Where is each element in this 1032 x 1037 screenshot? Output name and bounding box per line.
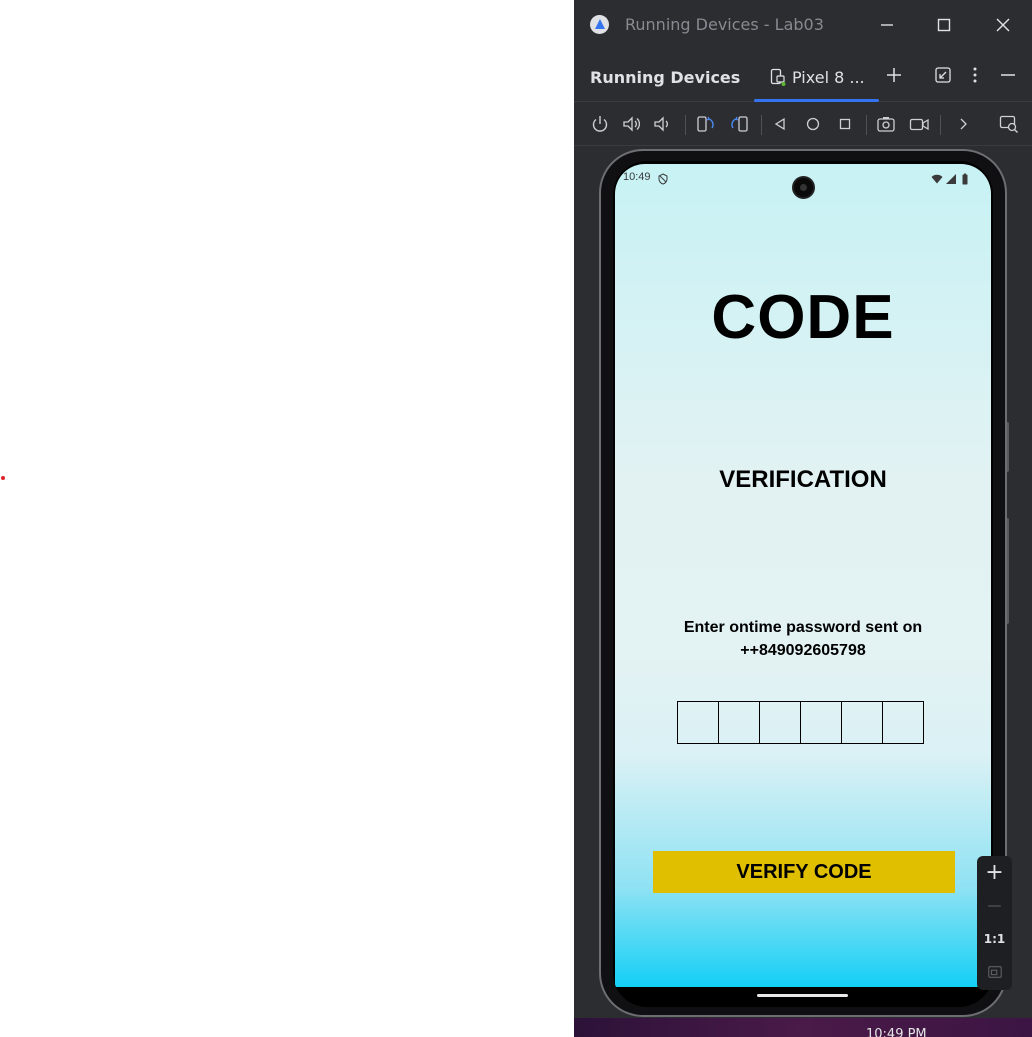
- zoom-panel: + — 1:1: [977, 856, 1012, 990]
- screen-record-icon[interactable]: [908, 113, 930, 135]
- volume-down-icon[interactable]: [652, 113, 674, 135]
- toolbar-divider: [866, 115, 867, 135]
- desktop-taskbar: [574, 1018, 1032, 1037]
- toolbar-divider: [940, 115, 941, 135]
- status-time: 10:49: [623, 171, 651, 183]
- close-icon[interactable]: [990, 12, 1016, 38]
- home-icon[interactable]: [802, 113, 824, 135]
- volume-up-icon[interactable]: [621, 113, 643, 135]
- device-toolbar: [574, 102, 1032, 146]
- tool-window-title: Running Devices: [590, 68, 741, 87]
- phone-number: ++849092605798: [740, 642, 866, 659]
- gesture-nav-handle[interactable]: [757, 994, 848, 997]
- otp-instruction-line: Enter ontime password sent on: [683, 619, 923, 636]
- otp-input-group: [677, 701, 930, 744]
- device-display-area: 10:49 CODE VERIFICATION Enter ontime pas…: [574, 146, 1032, 1018]
- battery-icon: [959, 170, 971, 185]
- device-tab-label: Pixel 8 ...: [792, 68, 865, 87]
- rotate-right-icon[interactable]: [728, 113, 750, 135]
- phone-screen[interactable]: 10:49 CODE VERIFICATION Enter ontime pas…: [615, 164, 991, 987]
- verify-code-button[interactable]: VERIFY CODE: [653, 851, 955, 893]
- otp-digit-input[interactable]: [882, 701, 924, 744]
- front-camera: [792, 176, 815, 199]
- otp-digit-input[interactable]: [841, 701, 883, 744]
- otp-digit-input[interactable]: [759, 701, 801, 744]
- taskbar-clock: 10:49 PM: [866, 1027, 927, 1037]
- phone-bezel: 10:49 CODE VERIFICATION Enter ontime pas…: [613, 161, 993, 1007]
- otp-digit-input[interactable]: [677, 701, 719, 744]
- android-studio-window: Running Devices - Lab03 Running Devices: [574, 0, 1032, 1037]
- window-title: Running Devices - Lab03: [625, 15, 824, 34]
- power-icon[interactable]: [589, 113, 611, 135]
- toolbar-divider: [685, 115, 686, 135]
- device-icon: [770, 68, 786, 86]
- rotate-left-icon[interactable]: [695, 113, 717, 135]
- zoom-out-button[interactable]: —: [977, 891, 1012, 921]
- wifi-icon: [931, 170, 943, 184]
- otp-digit-input[interactable]: [800, 701, 842, 744]
- verification-title: VERIFICATION: [719, 466, 887, 493]
- more-chevron-icon[interactable]: [952, 113, 974, 135]
- hide-icon[interactable]: [997, 64, 1019, 86]
- actual-size-button[interactable]: 1:1: [977, 924, 1012, 954]
- do-not-disturb-icon: [657, 170, 669, 185]
- back-icon[interactable]: [769, 113, 791, 135]
- maximize-icon[interactable]: [931, 12, 957, 38]
- fit-screen-icon[interactable]: [977, 957, 1012, 987]
- restore-icon[interactable]: [932, 64, 954, 86]
- red-dot-marker: [1, 476, 5, 480]
- tab-pixel-8[interactable]: Pixel 8 ...: [754, 50, 879, 102]
- otp-digit-input[interactable]: [718, 701, 760, 744]
- toolbar-divider: [761, 115, 762, 135]
- title-bar: Running Devices - Lab03: [574, 0, 1032, 50]
- minimize-icon[interactable]: [874, 12, 900, 38]
- tool-window-header: Running Devices Pixel 8 ...: [574, 50, 1032, 102]
- device-explorer-icon[interactable]: [998, 113, 1020, 135]
- phone-frame: 10:49 CODE VERIFICATION Enter ontime pas…: [599, 149, 1007, 1017]
- overview-icon[interactable]: [834, 113, 856, 135]
- android-studio-icon: [590, 15, 609, 34]
- signal-icon: [945, 170, 957, 184]
- code-title: CODE: [711, 283, 895, 352]
- otp-instruction: Enter ontime password sent on ++84909260…: [615, 616, 991, 662]
- zoom-in-button[interactable]: +: [977, 858, 1012, 888]
- add-icon[interactable]: [883, 64, 905, 86]
- more-options-icon[interactable]: [964, 64, 986, 86]
- screenshot-icon[interactable]: [875, 113, 897, 135]
- screen-root: Running Devices - Lab03 Running Devices: [0, 0, 1032, 1037]
